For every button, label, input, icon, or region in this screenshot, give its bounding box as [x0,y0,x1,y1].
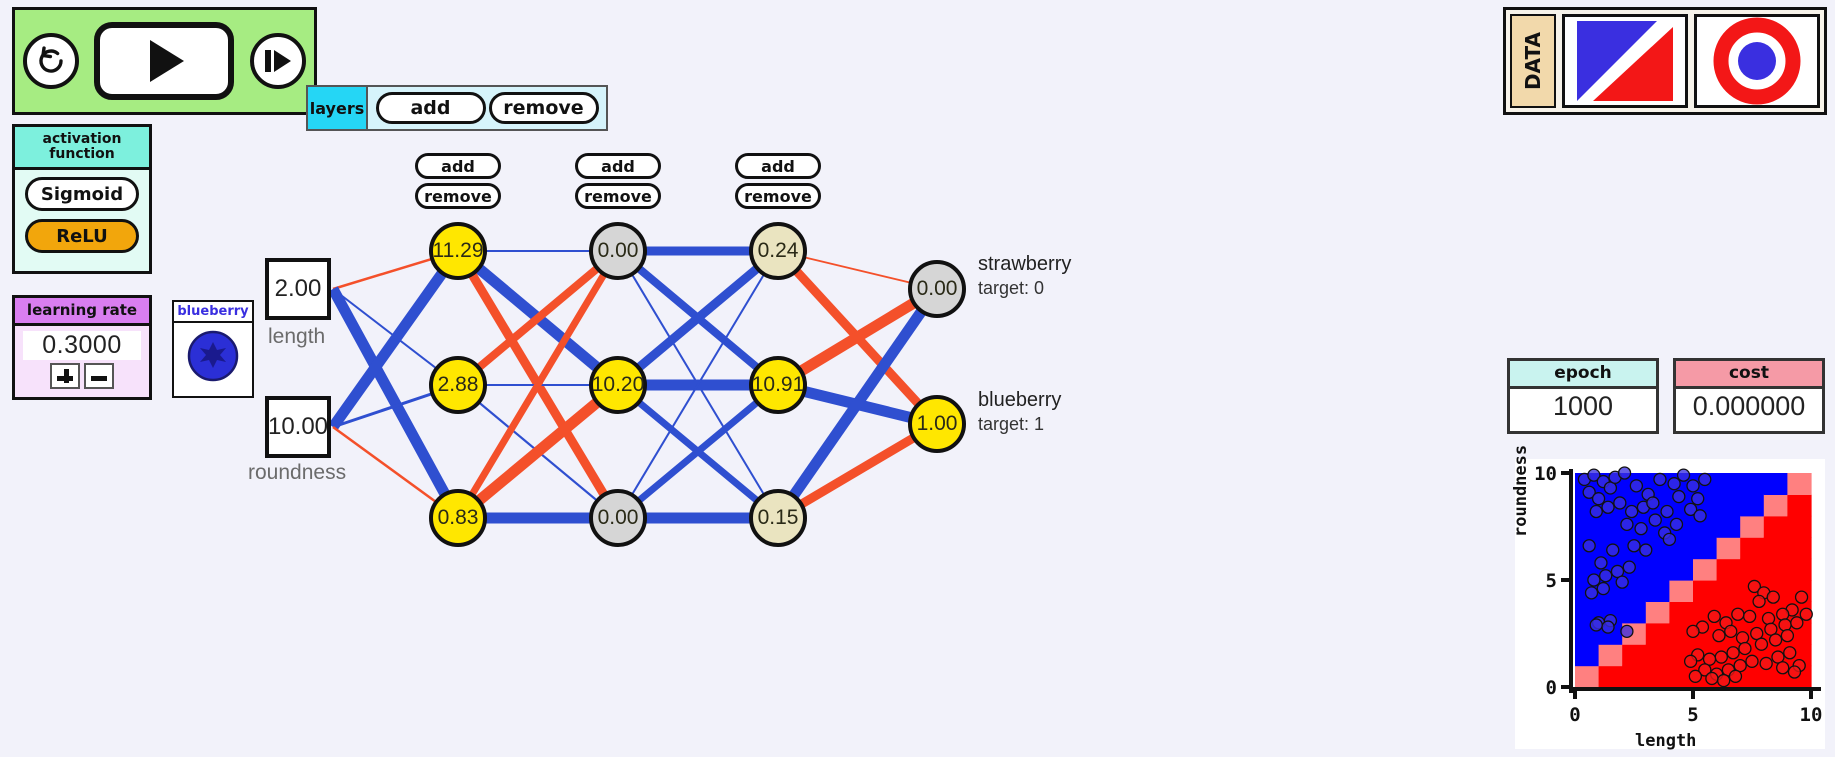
blueberry-icon [187,330,239,382]
hidden-node-3-2[interactable]: 10.91 [749,356,807,414]
layers-add-button[interactable]: add [375,92,486,124]
epoch-stat: epoch 1000 [1507,358,1659,434]
plot-xtick: 5 [1687,704,1698,726]
activation-option-sigmoid[interactable]: Sigmoid [25,177,139,212]
training-stats: epoch 1000 cost 0.000000 [1507,358,1825,434]
plot-xlabel: length [1635,731,1697,751]
layer-1-add-button[interactable]: add [415,153,501,179]
plot-ylabel: roundness [1511,444,1531,537]
layer-1-controls: add remove [415,153,501,209]
step-icon [265,50,292,72]
data-panel-label: DATA [1510,14,1556,108]
learning-rate-value: 0.3000 [23,331,141,360]
layer-3-controls: add remove [735,153,821,209]
learning-rate-panel: learning rate 0.3000 [12,295,152,400]
layers-label: layers [308,87,368,129]
diagonal-split-dataset-icon [1573,17,1677,105]
plot-xtick: 10 [1800,704,1823,726]
plot-canvas: 0 5 10 0 5 10 [1534,463,1823,726]
dataset-circular-button[interactable] [1694,14,1820,108]
activation-title: activation function [15,127,149,171]
epoch-value: 1000 [1552,391,1614,421]
input-roundness-label: roundness [248,461,347,484]
epoch-label: epoch [1510,361,1656,389]
output-name-blueberry: blueberry [978,389,1062,411]
circular-dataset-icon [1705,17,1809,105]
layers-control-bar: layers add remove [306,85,608,131]
layer-2-add-button[interactable]: add [575,153,661,179]
transport-panel [12,7,317,115]
layer-2-remove-button[interactable]: remove [575,183,661,209]
plot-ytick: 0 [1546,677,1557,699]
reset-button[interactable] [22,33,79,89]
input-roundness-box[interactable]: 10.00 [265,396,331,458]
input-length-box[interactable]: 2.00 [265,258,331,320]
activation-option-relu[interactable]: ReLU [25,219,139,254]
hidden-node-2-3[interactable]: 0.00 [589,489,647,547]
hidden-node-3-1[interactable]: 0.24 [749,222,807,280]
output-target-strawberry: target: 0 [978,278,1045,298]
layer-3-add-button[interactable]: add [735,153,821,179]
cost-label: cost [1676,361,1822,389]
layers-remove-button[interactable]: remove [488,92,599,124]
minus-icon [91,376,107,381]
plot-ytick: 10 [1534,463,1557,485]
learning-rate-increase-button[interactable] [50,363,80,389]
output-node-strawberry[interactable]: 0.00 [908,260,966,318]
reset-icon [39,46,63,73]
hidden-node-1-3[interactable]: 0.83 [429,489,487,547]
play-icon [150,40,185,82]
layer-3-remove-button[interactable]: remove [735,183,821,209]
plot-xtick: 0 [1569,704,1580,726]
learning-rate-decrease-button[interactable] [84,363,114,389]
hidden-node-2-2[interactable]: 10.20 [589,356,647,414]
cost-stat: cost 0.000000 [1673,358,1825,434]
input-length-label: length [268,325,326,348]
learning-rate-title: learning rate [15,298,149,326]
output-label-strawberry: strawberry target: 0 [978,252,1071,300]
layer-1-remove-button[interactable]: remove [415,183,501,209]
activation-function-panel: activation function Sigmoid ReLU [12,124,152,274]
dataset-diagonal-button[interactable] [1562,14,1688,108]
output-node-blueberry[interactable]: 1.00 [908,395,966,453]
hidden-node-3-3[interactable]: 0.15 [749,489,807,547]
hidden-node-1-2[interactable]: 2.88 [429,356,487,414]
hidden-node-2-1[interactable]: 0.00 [589,222,647,280]
output-label-blueberry: blueberry target: 1 [978,388,1061,436]
step-button[interactable] [250,33,307,89]
plot-ytick: 5 [1546,570,1557,592]
sample-thumbnail: blueberry [172,300,254,398]
hidden-node-1-1[interactable]: 11.29 [429,222,487,280]
decision-boundary-plot: 0 5 10 0 5 10 roundness length [1511,445,1825,751]
output-name-strawberry: strawberry [978,253,1072,275]
data-panel: DATA [1503,7,1827,115]
layer-2-controls: add remove [575,153,661,209]
output-target-blueberry: target: 1 [978,414,1045,434]
sample-caption: blueberry [174,302,252,323]
cost-value: 0.000000 [1692,391,1806,421]
play-button[interactable] [94,22,235,100]
